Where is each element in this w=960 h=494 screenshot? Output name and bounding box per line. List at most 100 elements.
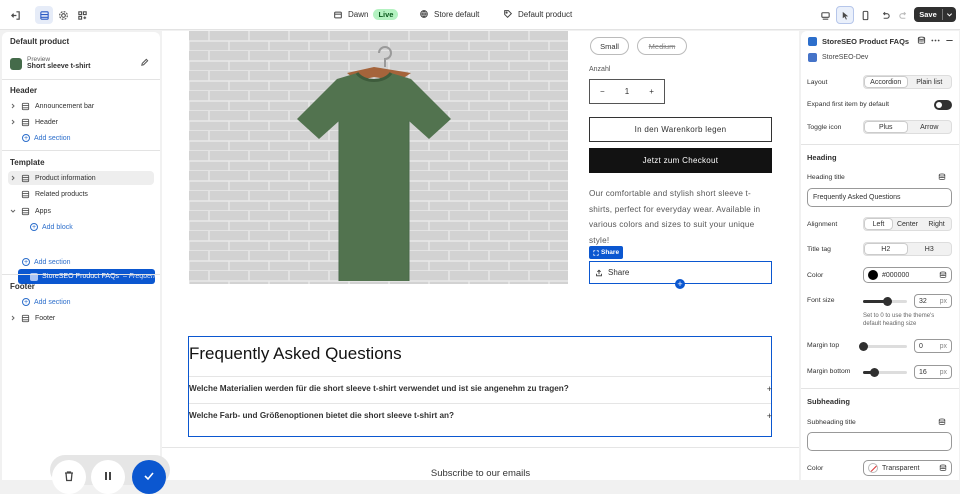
chevron-right-icon[interactable] bbox=[8, 119, 18, 125]
edit-pencil-icon[interactable] bbox=[140, 58, 149, 67]
checkout-button[interactable]: Jetzt zum Checkout bbox=[589, 148, 772, 173]
heading-title-input[interactable]: Frequently Asked Questions bbox=[807, 188, 952, 207]
margin-top-label: Margin top bbox=[807, 342, 840, 349]
section-apps[interactable]: Apps bbox=[8, 204, 154, 218]
more-options-icon[interactable] bbox=[931, 36, 940, 45]
align-left-option[interactable]: Left bbox=[864, 218, 893, 230]
section-icon bbox=[18, 190, 32, 199]
faq-block[interactable]: Frequently Asked Questions Welche Materi… bbox=[188, 336, 772, 437]
slider-handle[interactable] bbox=[858, 342, 868, 351]
unit-label: px bbox=[939, 297, 947, 305]
qty-plus-button[interactable]: + bbox=[649, 87, 654, 96]
subheading-color-picker[interactable]: Transparent bbox=[863, 460, 952, 476]
align-center-option[interactable]: Center bbox=[893, 218, 922, 230]
inspector-cursor-icon[interactable] bbox=[836, 6, 854, 24]
faq-expand-plus-icon[interactable]: + bbox=[767, 384, 772, 394]
add-section-footer[interactable]: + Add section bbox=[22, 296, 71, 308]
share-block-tag[interactable]: Share bbox=[589, 246, 624, 259]
layout-plain-list-option[interactable]: Plain list bbox=[908, 76, 952, 88]
margin-bottom-slider[interactable] bbox=[863, 368, 907, 377]
settings-title: StoreSEO Product FAQs bbox=[822, 37, 910, 46]
toggle-icon-arrow-option[interactable]: Arrow bbox=[908, 121, 952, 133]
dynamic-source-icon[interactable] bbox=[938, 418, 946, 426]
section-header[interactable]: Header bbox=[8, 115, 154, 129]
font-size-input[interactable]: 32 px bbox=[914, 294, 952, 308]
section-label: Header bbox=[35, 118, 58, 126]
subheading-title-label: Subheading title bbox=[807, 419, 856, 426]
align-right-option[interactable]: Right bbox=[922, 218, 951, 230]
mobile-preview-icon[interactable] bbox=[856, 6, 874, 24]
margin-bottom-input[interactable]: 16 px bbox=[914, 365, 952, 379]
add-to-cart-button[interactable]: In den Warenkorb legen bbox=[589, 117, 772, 142]
faq-question-text: Welche Farb- und Größenoptionen bietet d… bbox=[189, 411, 455, 420]
sections-icon[interactable] bbox=[35, 6, 53, 24]
desktop-preview-icon[interactable] bbox=[816, 6, 834, 24]
undo-icon[interactable] bbox=[876, 6, 894, 24]
unit-label: px bbox=[939, 368, 947, 376]
divider bbox=[801, 388, 959, 389]
variant-option-small[interactable]: Small bbox=[590, 37, 629, 55]
margin-bottom-label: Margin bottom bbox=[807, 368, 851, 375]
faq-question[interactable]: Welche Materialien werden für die short … bbox=[189, 376, 772, 400]
add-section-template[interactable]: + Add section bbox=[22, 256, 71, 268]
chevron-right-icon[interactable] bbox=[8, 103, 18, 109]
quantity-stepper: − 1 + bbox=[589, 79, 665, 104]
app-name[interactable]: StoreSEO-Dev bbox=[822, 54, 868, 61]
section-related-products[interactable]: Related products bbox=[8, 187, 154, 201]
dynamic-source-icon[interactable] bbox=[938, 173, 946, 181]
section-announcement-bar[interactable]: Announcement bar bbox=[8, 99, 154, 113]
delete-trash-icon[interactable] bbox=[52, 460, 86, 494]
subheading-title-input[interactable] bbox=[807, 432, 952, 451]
theme-settings-gear-icon[interactable] bbox=[54, 6, 72, 24]
database-icon[interactable] bbox=[917, 36, 926, 45]
chevron-right-icon[interactable] bbox=[8, 315, 18, 321]
save-button[interactable]: Save bbox=[914, 7, 956, 22]
add-section-header[interactable]: + Add section bbox=[22, 132, 71, 144]
chevron-down-icon[interactable] bbox=[8, 208, 18, 214]
dynamic-source-icon[interactable] bbox=[939, 271, 947, 279]
layout-toggle: Accordion Plain list bbox=[863, 75, 952, 89]
exit-icon[interactable] bbox=[6, 6, 24, 24]
layout-accordion-option[interactable]: Accordion bbox=[864, 76, 908, 88]
add-block-button[interactable]: + Add block bbox=[30, 221, 73, 233]
title-tag-h2-option[interactable]: H2 bbox=[864, 243, 908, 255]
block-storeseo-product-faqs[interactable]: StoreSEO Product FAQs – Frequen bbox=[18, 269, 155, 284]
margin-top-slider[interactable] bbox=[858, 342, 907, 351]
qty-minus-button[interactable]: − bbox=[600, 87, 605, 96]
qty-value[interactable]: 1 bbox=[625, 87, 629, 96]
section-footer[interactable]: Footer bbox=[8, 311, 154, 325]
variant-option-medium[interactable]: Medium bbox=[637, 37, 687, 55]
slider-handle[interactable] bbox=[870, 368, 880, 377]
font-size-slider[interactable] bbox=[863, 297, 907, 306]
theme-icon bbox=[334, 11, 342, 18]
minimize-icon[interactable] bbox=[945, 36, 954, 45]
theme-selector[interactable]: Dawn Live bbox=[333, 9, 399, 20]
faq-expand-plus-icon[interactable]: + bbox=[767, 411, 772, 421]
font-size-value: 32 bbox=[919, 297, 927, 305]
quantity-label: Anzahl bbox=[589, 66, 611, 73]
redo-icon[interactable] bbox=[894, 6, 912, 24]
add-block-plus-icon[interactable]: + bbox=[675, 279, 685, 289]
app-embeds-icon[interactable] bbox=[73, 6, 91, 24]
preview-product-select[interactable]: Short sleeve t-shirt bbox=[27, 63, 90, 70]
slider-handle[interactable] bbox=[882, 297, 892, 306]
save-dropdown-chevron-icon[interactable] bbox=[943, 11, 956, 18]
template-selector[interactable]: Default product bbox=[503, 9, 572, 19]
title-tag-h3-option[interactable]: H3 bbox=[908, 243, 952, 255]
faq-question[interactable]: Welche Farb- und Größenoptionen bietet d… bbox=[189, 403, 772, 427]
expand-first-toggle[interactable] bbox=[934, 100, 952, 110]
section-product-information[interactable]: Product information bbox=[8, 171, 154, 185]
product-default-label: Default product bbox=[518, 9, 573, 19]
toggle-icon-plus-option[interactable]: Plus bbox=[864, 121, 908, 133]
margin-top-input[interactable]: 0 px bbox=[914, 339, 952, 353]
settings-header-actions bbox=[917, 36, 954, 45]
chevron-right-icon[interactable] bbox=[8, 175, 18, 181]
store-selector[interactable]: Store default bbox=[419, 9, 479, 19]
heading-color-picker[interactable]: #000000 bbox=[863, 267, 952, 283]
theme-name: Dawn bbox=[348, 10, 369, 19]
confirm-check-icon[interactable] bbox=[132, 460, 166, 494]
pause-icon[interactable] bbox=[91, 460, 125, 494]
divider bbox=[2, 79, 160, 80]
dynamic-source-icon[interactable] bbox=[939, 464, 947, 472]
color-value: #000000 bbox=[882, 271, 910, 279]
